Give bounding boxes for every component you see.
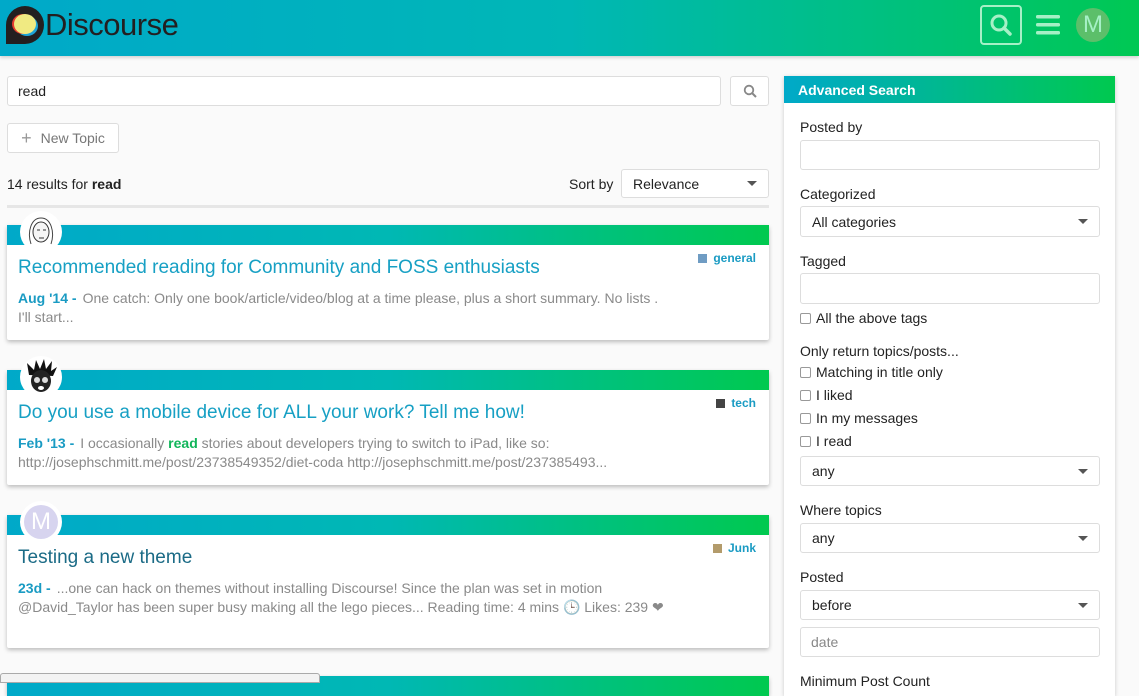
card-banner (7, 370, 769, 390)
avatar[interactable]: M (20, 501, 62, 543)
posted-label: Posted (800, 569, 844, 585)
results-count: 14 results for read (7, 176, 122, 192)
category-badge[interactable]: Junk (712, 541, 756, 555)
where-topics-label: Where topics (800, 502, 882, 518)
logo-text: Discourse (45, 7, 179, 42)
chevron-down-icon (1078, 468, 1088, 474)
search-result-card: Recommended reading for Community and FO… (7, 211, 769, 340)
posted-select[interactable]: before (800, 590, 1100, 620)
date-input[interactable]: date (800, 627, 1100, 657)
in-my-messages-checkbox[interactable]: In my messages (800, 410, 918, 426)
categorized-label: Categorized (800, 186, 876, 202)
search-icon (743, 84, 757, 98)
advanced-search-title: Advanced Search (784, 76, 1115, 103)
card-banner (7, 225, 769, 245)
category-badge[interactable]: tech (716, 396, 756, 410)
only-return-select[interactable]: any (800, 456, 1100, 486)
category-badge[interactable]: general (698, 251, 756, 265)
i-liked-checkbox[interactable]: I liked (800, 387, 853, 403)
status-tooltip (0, 673, 320, 683)
title-only-checkbox[interactable]: Matching in title only (800, 364, 943, 380)
search-button[interactable] (980, 5, 1022, 45)
logo-mark-icon (6, 6, 44, 44)
header: Discourse M (0, 0, 1139, 56)
category-select[interactable]: All categories (800, 206, 1100, 237)
chevron-down-icon (1078, 219, 1088, 224)
hamburger-menu-icon (1036, 15, 1060, 35)
topic-title-link[interactable]: Testing a new theme (18, 547, 192, 569)
chevron-down-icon (1078, 535, 1088, 541)
search-result-card: M Testing a new theme Junk 23d - ...one c… (7, 501, 769, 648)
new-topic-label: New Topic (40, 130, 105, 146)
posted-by-input[interactable] (800, 140, 1100, 170)
topic-title-link[interactable]: Do you use a mobile device for ALL your … (18, 402, 525, 424)
user-avatar[interactable]: M (1076, 8, 1110, 42)
advanced-search-panel: Advanced Search Posted by Categorized Al… (784, 76, 1115, 696)
card-banner (7, 515, 769, 535)
tagged-label: Tagged (800, 253, 846, 269)
only-return-label: Only return topics/posts... (800, 343, 959, 359)
sort-select[interactable]: Relevance (621, 169, 769, 198)
chevron-down-icon (747, 181, 757, 186)
avatar[interactable] (20, 211, 62, 253)
avatar[interactable] (20, 356, 62, 398)
posted-by-label: Posted by (800, 119, 863, 135)
where-topics-select[interactable]: any (800, 523, 1100, 553)
tags-input[interactable] (800, 273, 1100, 304)
search-submit-button[interactable] (730, 76, 769, 106)
topic-blurb: 23d - ...one can hack on themes without i… (18, 580, 664, 615)
topic-title-link[interactable]: Recommended reading for Community and FO… (18, 257, 540, 279)
topic-blurb: Feb '13 -I occasionally read stories abo… (18, 435, 608, 470)
all-tags-checkbox[interactable]: All the above tags (800, 310, 927, 326)
plus-icon: + (21, 127, 32, 148)
sort-label: Sort by (569, 176, 614, 192)
search-input[interactable]: read (7, 76, 721, 106)
i-read-checkbox[interactable]: I read (800, 433, 852, 449)
search-result-card: Do you use a mobile device for ALL your … (7, 356, 769, 485)
min-post-count-label: Minimum Post Count (800, 673, 930, 689)
divider (7, 205, 769, 208)
topic-blurb: Aug '14 - One catch: Only one book/articl… (18, 290, 659, 325)
hamburger-menu-button[interactable] (1027, 5, 1069, 45)
discourse-logo[interactable]: Discourse (6, 6, 179, 44)
search-icon (990, 14, 1012, 36)
chevron-down-icon (1078, 602, 1088, 608)
new-topic-button[interactable]: + New Topic (7, 123, 119, 153)
